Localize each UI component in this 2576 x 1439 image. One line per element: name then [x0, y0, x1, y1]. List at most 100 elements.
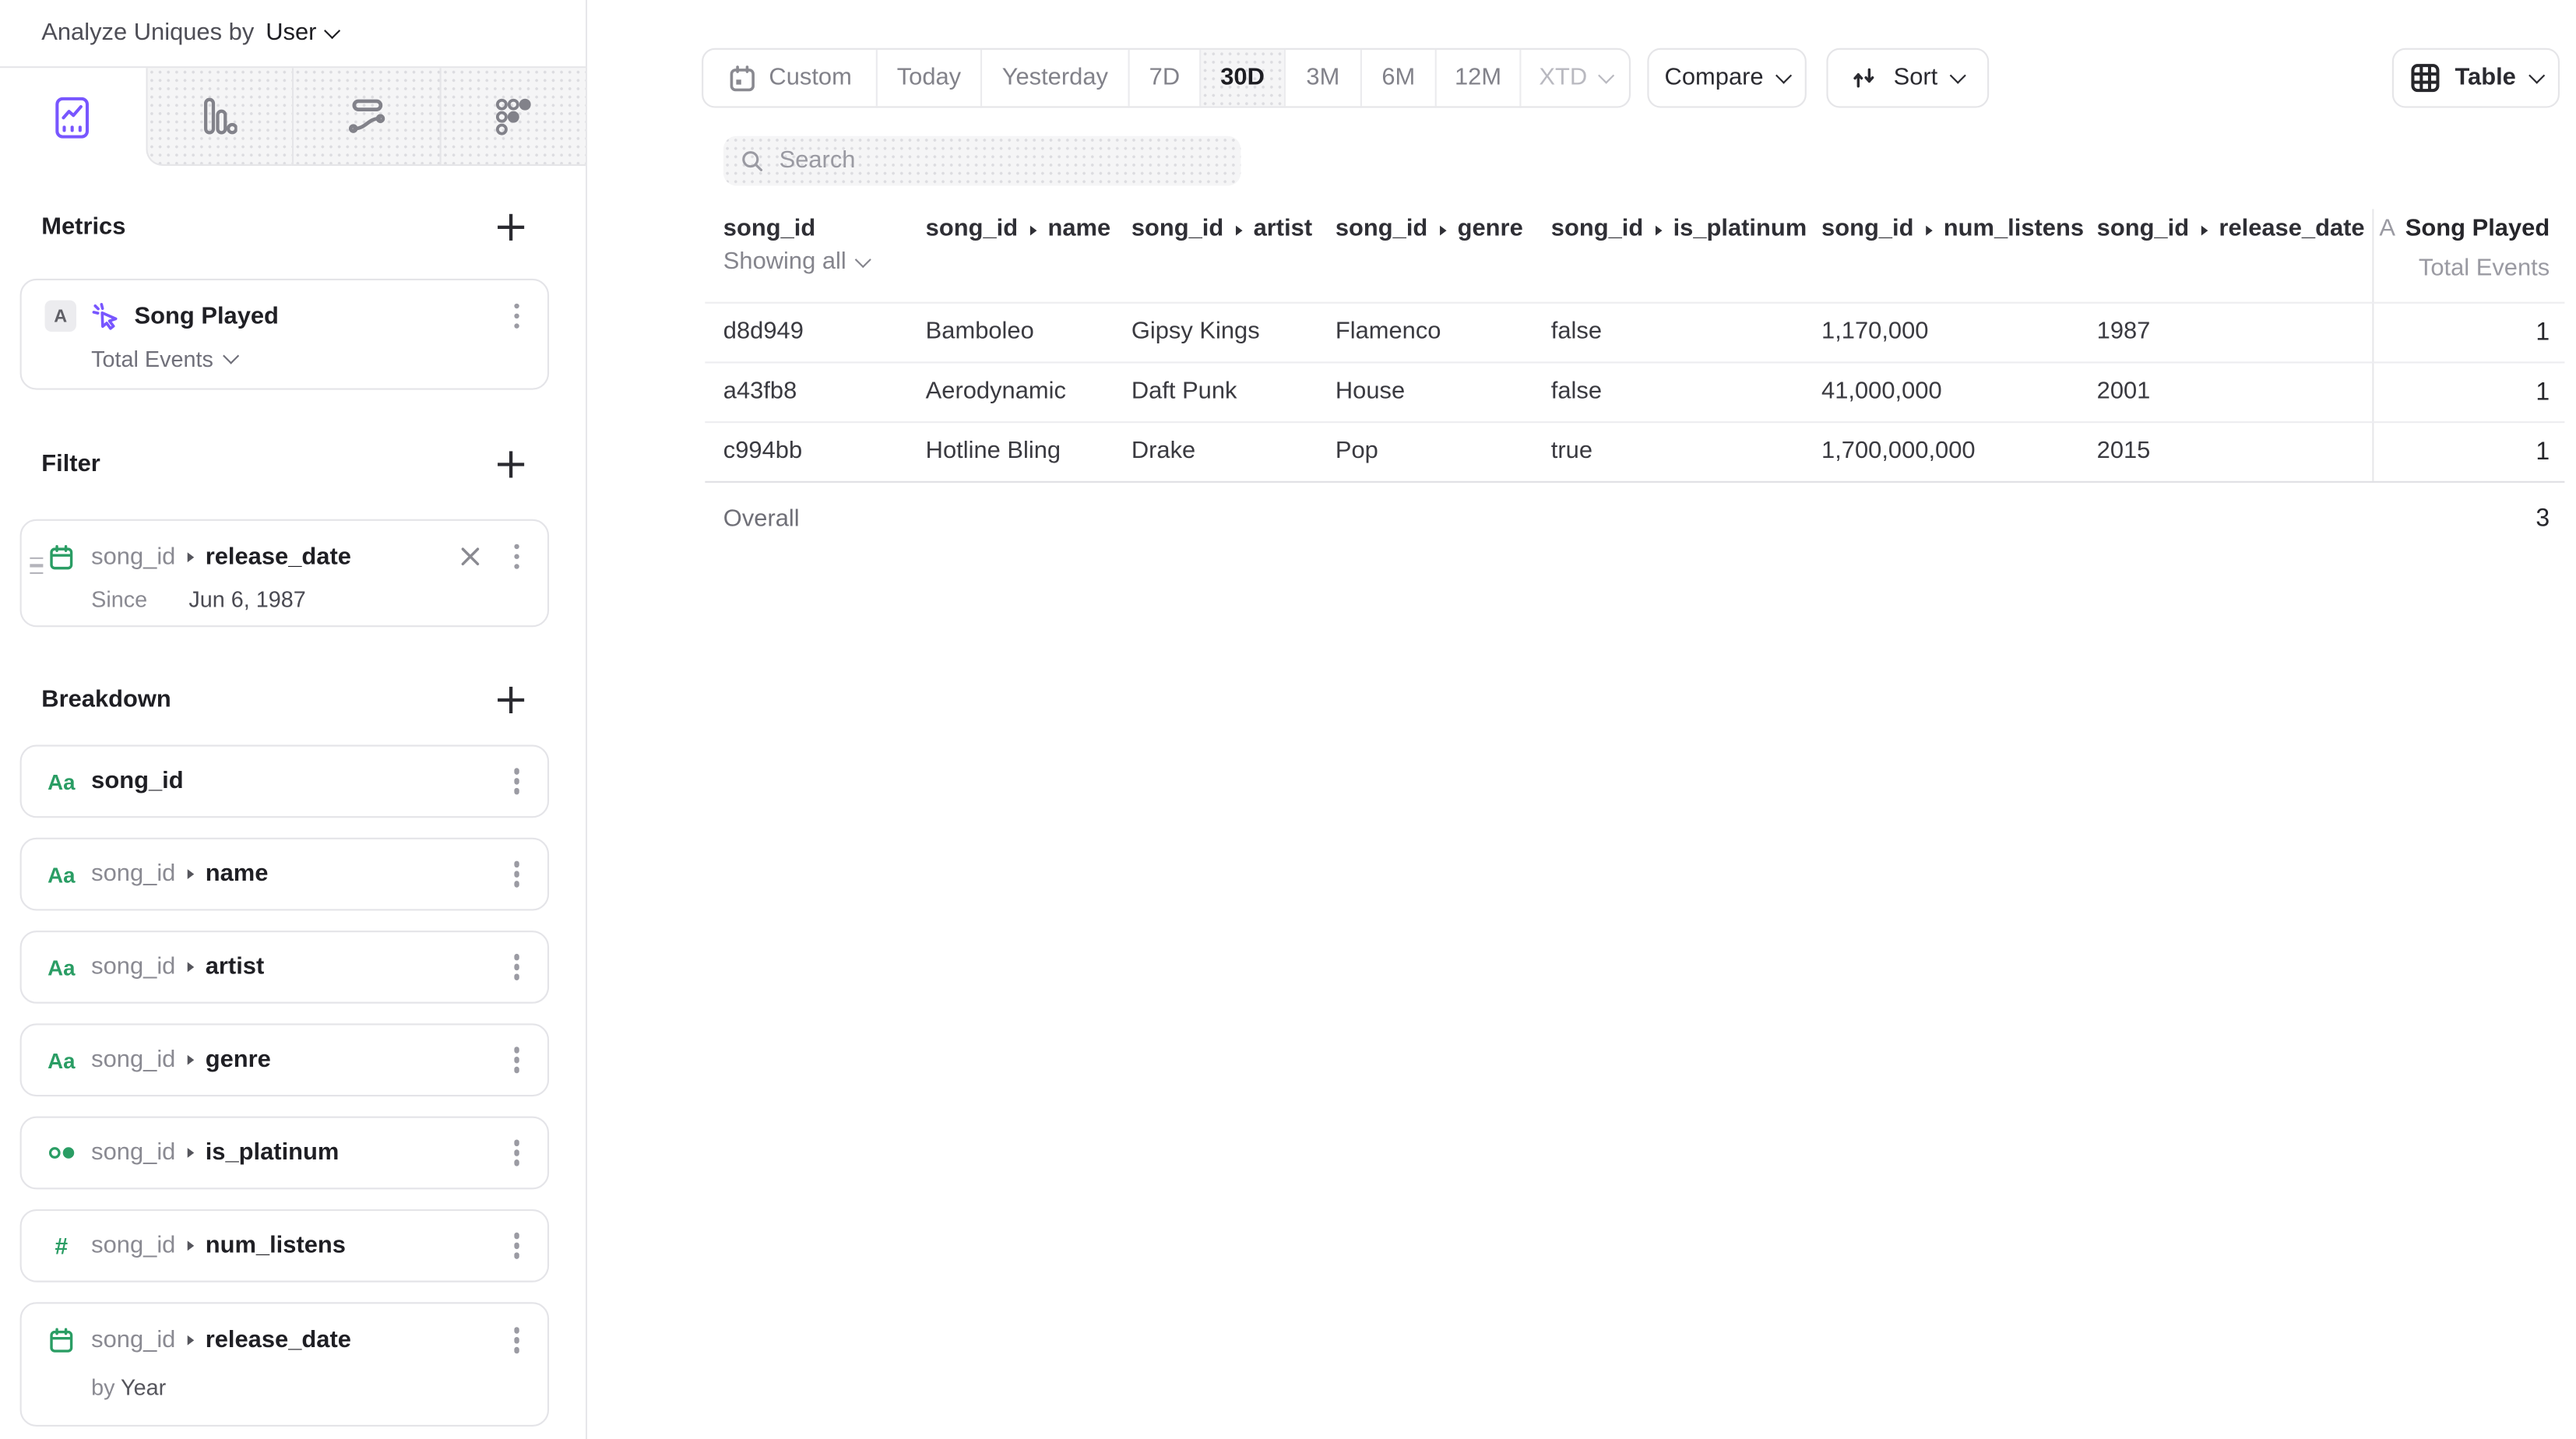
filter-title: Filter — [41, 451, 100, 477]
overall-label: Overall — [723, 483, 800, 556]
column-header[interactable]: song_idrelease_date — [2097, 209, 2365, 248]
drag-handle-icon[interactable] — [30, 558, 43, 575]
range-today[interactable]: Today — [876, 50, 980, 106]
tab-bar-chart[interactable] — [145, 68, 292, 166]
filter-card[interactable]: song_id release_date Since Jun 6, 1987 — [20, 519, 550, 627]
range-label: Custom — [769, 65, 851, 91]
aggregation-value: Total Events — [91, 347, 213, 371]
column-header[interactable]: song_idnum_listens — [1821, 209, 2084, 248]
cell-genre: Flamenco — [1336, 304, 1441, 362]
cell-metric-value: 1 — [2536, 364, 2550, 422]
cell-release-date: 2015 — [2097, 423, 2151, 481]
breakdown-bucketing[interactable]: by Year — [91, 1374, 524, 1399]
property-arrow-icon — [1925, 226, 1932, 236]
cell-genre: House — [1336, 364, 1405, 422]
range-6m[interactable]: 6M — [1360, 50, 1435, 106]
breakdown-card[interactable]: song_id — [20, 744, 550, 818]
close-icon — [459, 546, 480, 568]
column-header[interactable]: song_id — [723, 209, 815, 248]
range-3m[interactable]: 3M — [1284, 50, 1360, 106]
tab-retention[interactable] — [438, 68, 586, 166]
breakdown-property: song_id — [91, 768, 183, 794]
tab-flows[interactable] — [292, 68, 439, 166]
breakdown-card[interactable]: song_id release_date by Year — [20, 1302, 550, 1427]
table-subheader-row: Showing all Total Events — [705, 249, 2564, 292]
column-header[interactable]: song_idis_platinum — [1551, 209, 1807, 248]
filter-path: song_id — [91, 544, 175, 570]
view-type-button[interactable]: Table — [2392, 48, 2560, 108]
chevron-down-icon — [1951, 67, 1966, 83]
metric-card[interactable]: A Song Played Total Events — [20, 279, 550, 390]
report-type-tabs — [0, 66, 586, 166]
sort-label: Sort — [1894, 65, 1938, 91]
property-arrow-icon — [187, 1055, 194, 1065]
breakdown-kebab-menu[interactable] — [509, 1228, 524, 1264]
range-7d[interactable]: 7D — [1128, 50, 1200, 106]
table-row: d8d949 Bamboleo Gipsy Kings Flamenco fal… — [705, 304, 2564, 364]
add-filter-button[interactable] — [496, 449, 526, 479]
property-arrow-icon — [187, 1240, 194, 1251]
retention-icon — [494, 97, 532, 135]
breakdown-property: num_listens — [206, 1233, 346, 1259]
breakdown-card[interactable]: song_id num_listens — [20, 1209, 550, 1282]
column-header[interactable]: song_idname — [926, 209, 1110, 248]
chevron-down-icon — [1598, 67, 1614, 83]
property-arrow-icon — [2201, 226, 2208, 236]
filter-condition[interactable]: Since Jun 6, 1987 — [91, 587, 524, 612]
range-12m[interactable]: 12M — [1435, 50, 1520, 106]
overall-row: Overall 3 — [705, 483, 2564, 552]
cell-genre: Pop — [1336, 423, 1378, 481]
cell-artist: Drake — [1131, 423, 1195, 481]
breakdown-card[interactable]: song_id name — [20, 838, 550, 911]
range-custom[interactable]: Custom — [703, 50, 876, 106]
entity-value: User — [266, 20, 316, 47]
breakdown-kebab-menu[interactable] — [509, 857, 524, 892]
sort-button[interactable]: Sort — [1826, 48, 1989, 108]
cell-release-date: 2001 — [2097, 364, 2151, 422]
add-breakdown-button[interactable] — [496, 685, 526, 715]
cursor-click-icon — [88, 301, 121, 332]
metric-aggregation-label: Total Events — [2419, 249, 2550, 289]
column-header[interactable]: song_idartist — [1131, 209, 1312, 248]
breakdown-property: release_date — [206, 1327, 351, 1353]
breakdown-card[interactable]: song_id artist — [20, 931, 550, 1004]
number-type-icon — [45, 1233, 79, 1259]
breakdown-card[interactable]: song_id is_platinum — [20, 1117, 550, 1190]
chevron-down-icon — [223, 348, 238, 364]
chevron-down-icon — [1776, 67, 1792, 83]
breakdown-kebab-menu[interactable] — [509, 949, 524, 985]
metric-letter: A — [2379, 216, 2395, 242]
cell-song-id: c994bb — [723, 423, 802, 481]
range-yesterday[interactable]: Yesterday — [980, 50, 1128, 106]
breakdown-title: Breakdown — [41, 687, 171, 713]
text-type-icon — [45, 955, 79, 980]
remove-filter-button[interactable] — [456, 543, 484, 571]
breakdown-kebab-menu[interactable] — [509, 763, 524, 799]
breakdown-property: genre — [206, 1047, 271, 1073]
compare-button[interactable]: Compare — [1647, 48, 1807, 108]
metric-kebab-menu[interactable] — [509, 298, 524, 334]
search-input[interactable] — [779, 148, 1225, 174]
breakdown-kebab-menu[interactable] — [509, 1322, 524, 1358]
cell-num-listens: 1,700,000,000 — [1821, 423, 1976, 481]
range-xtd[interactable]: XTD — [1519, 50, 1629, 106]
metric-column-header[interactable]: ASong Played — [2379, 209, 2550, 248]
tab-insights[interactable] — [0, 68, 145, 166]
metrics-title: Metrics — [41, 214, 125, 241]
breakdown-kebab-menu[interactable] — [509, 1135, 524, 1171]
cell-is-platinum: false — [1551, 364, 1602, 422]
analyze-label: Analyze Uniques by — [41, 20, 254, 47]
breakdown-card[interactable]: song_id genre — [20, 1023, 550, 1096]
breakdown-kebab-menu[interactable] — [509, 1042, 524, 1078]
filter-kebab-menu[interactable] — [509, 539, 524, 575]
cell-name: Aerodynamic — [926, 364, 1066, 422]
breakdown-property: is_platinum — [206, 1139, 340, 1166]
property-arrow-icon — [187, 551, 194, 561]
add-metric-button[interactable] — [496, 213, 526, 242]
range-30d[interactable]: 30D — [1199, 50, 1284, 106]
column-header[interactable]: song_idgenre — [1336, 209, 1523, 248]
aggregation-dropdown[interactable]: Total Events — [91, 347, 235, 371]
cell-name: Bamboleo — [926, 304, 1034, 362]
entity-dropdown[interactable]: User — [266, 20, 337, 47]
showing-all-dropdown[interactable]: Showing all — [723, 249, 869, 276]
